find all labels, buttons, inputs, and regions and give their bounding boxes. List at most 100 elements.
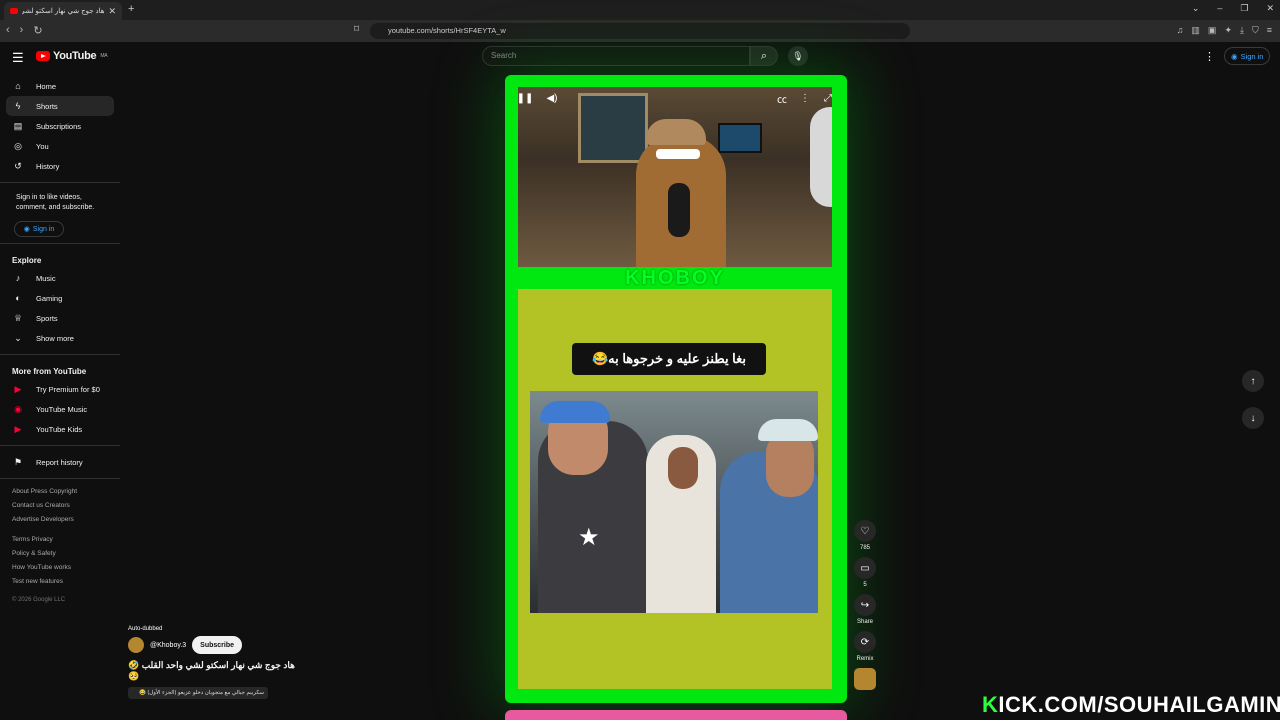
- footer-links-5[interactable]: Policy & Safety: [0, 547, 120, 561]
- divider: [0, 445, 120, 446]
- url-field[interactable]: youtube.com/shorts/HrSF4EYTA_w: [370, 23, 910, 39]
- sports-icon: ♕: [13, 312, 23, 323]
- clip-cap-right: [758, 419, 818, 441]
- minimize-icon[interactable]: –: [1217, 3, 1222, 14]
- tab-search-icon[interactable]: ⌄: [1192, 3, 1200, 14]
- account-icon: ◉: [23, 226, 30, 233]
- sidebar-item-home[interactable]: ⌂ Home: [6, 76, 114, 96]
- sidebar-item-history[interactable]: ↺ History: [6, 156, 114, 176]
- youtube-logo[interactable]: YouTube MA: [36, 50, 108, 62]
- sidebar-item-you[interactable]: ◎ You: [6, 136, 114, 156]
- sidebar-item-label: YouTube Kids: [36, 424, 83, 434]
- youtube-kids-icon: ▶: [14, 423, 22, 434]
- close-window-icon[interactable]: ✕: [1266, 3, 1274, 14]
- footer-links-1[interactable]: About Press Copyright: [0, 485, 120, 499]
- video-content: بغا يطنز عليه و خرجوها به😂 ★: [518, 289, 832, 689]
- shorts-navigation: ↑ ↓: [1242, 370, 1264, 444]
- embedded-clip: ★: [530, 391, 818, 613]
- channel-name[interactable]: @Khoboy.3: [150, 642, 186, 649]
- like-count: 785: [859, 545, 870, 551]
- footer-links-3[interactable]: Advertise Developers: [0, 513, 120, 527]
- footer-links-2[interactable]: Contact us Creators: [0, 499, 120, 513]
- auto-dubbed-label: Auto-dubbed: [128, 626, 163, 632]
- sidebar-item-report-history[interactable]: ⚑ Report history: [6, 452, 114, 472]
- sidebar-item-gaming[interactable]: ◐ Gaming: [6, 288, 114, 308]
- footer-links-6[interactable]: How YouTube works: [0, 561, 120, 575]
- new-tab-button[interactable]: +: [128, 3, 134, 15]
- sound-avatar[interactable]: [854, 668, 876, 690]
- voice-search-button[interactable]: 🎙: [788, 46, 808, 66]
- comment-button[interactable]: ▭: [854, 557, 876, 579]
- bookmark-icon[interactable]: ⌑: [354, 24, 359, 35]
- sidebar-item-label: Sports: [36, 313, 58, 323]
- youtube-header: ☰ YouTube MA Search ⌕ 🎙 ⋮ ◉ Sign in: [0, 42, 1280, 72]
- signin-note: Sign in to like videos, comment, and sub…: [16, 194, 95, 211]
- sound-chip[interactable]: سكريبم جبالي مع متجويان دخلو عزيعو (الجز…: [128, 687, 268, 699]
- more-options-icon[interactable]: ⋮: [798, 91, 812, 105]
- sidebar-item-youtube-kids[interactable]: ▶ YouTube Kids: [6, 419, 114, 439]
- back-icon[interactable]: ‹: [6, 24, 10, 37]
- sidebar-item-subscriptions[interactable]: ▤ Subscriptions: [6, 116, 114, 136]
- download-icon[interactable]: ⤓: [1240, 25, 1244, 36]
- scene-wall-decor: [810, 107, 832, 207]
- scene-monitor: [718, 123, 762, 153]
- fullscreen-icon[interactable]: ⤢: [821, 91, 835, 105]
- share-icon: ↪: [860, 599, 870, 611]
- kick-watermark: KICK.COM/SOUHAILGAMING: [982, 692, 1280, 718]
- sidebar-item-label: Try Premium for $0: [36, 384, 100, 394]
- sidebar-item-music[interactable]: ♪ Music: [6, 268, 114, 288]
- remix-button[interactable]: ⟳: [854, 631, 876, 653]
- next-short-preview[interactable]: [505, 710, 847, 720]
- extension-icon[interactable]: ✦: [1224, 25, 1232, 36]
- hamburger-menu-icon[interactable]: ☰: [12, 50, 24, 66]
- sidebar-item-shorts[interactable]: ϟ Shorts: [6, 96, 114, 116]
- more-from-youtube-heading: More from YouTube: [12, 367, 87, 376]
- menu-icon[interactable]: ≡: [1267, 25, 1272, 36]
- sidebar-item-show-more[interactable]: ⌄ Show more: [6, 328, 114, 348]
- channel-avatar[interactable]: [128, 637, 144, 653]
- comment-action: ▭ 5: [852, 557, 878, 588]
- shorts-video-player[interactable]: ❚❚ ◀) ㏄ ⋮ ⤢ KHOBOY بغا يطنز عليه و خرجوه…: [505, 75, 847, 703]
- tab-close-icon[interactable]: ✕: [108, 6, 116, 17]
- media-icon[interactable]: ♫: [1177, 25, 1184, 36]
- sidebar-signin-button[interactable]: ◉ Sign in: [14, 221, 64, 237]
- youtube-play-icon: [36, 51, 50, 61]
- shield-icon[interactable]: ⛉: [1252, 25, 1259, 36]
- flag-icon: ⚑: [13, 456, 23, 467]
- browser-tab[interactable]: هاد جوج شي نهار اسكتو لشي واحد القلب 🤣🥺 …: [4, 2, 122, 20]
- forward-icon[interactable]: ›: [20, 24, 24, 37]
- sidebar-signin-label: Sign in: [32, 225, 55, 233]
- microphone-icon: 🎙: [792, 50, 804, 61]
- captions-icon[interactable]: ㏄: [775, 91, 789, 106]
- sidebar-item-youtube-music[interactable]: ◉ YouTube Music: [6, 399, 114, 419]
- search-button[interactable]: ⌕: [750, 46, 778, 66]
- comment-count: 5: [863, 582, 867, 588]
- settings-more-icon[interactable]: ⋮: [1204, 50, 1215, 63]
- next-short-button[interactable]: ↓: [1242, 407, 1264, 429]
- previous-short-button[interactable]: ↑: [1242, 370, 1264, 392]
- explore-heading: Explore: [12, 256, 42, 265]
- footer-links-4[interactable]: Terms Privacy: [0, 533, 120, 547]
- sidebar: ⌂ Home ϟ Shorts ▤ Subscriptions ◎ You ↺ Histo…: [0, 76, 120, 611]
- logo-region: MA: [100, 53, 108, 59]
- sidebar-item-premium[interactable]: ▶ Try Premium for $0: [6, 379, 114, 399]
- streamer-glasses: [656, 149, 700, 159]
- subscribe-button[interactable]: Subscribe: [192, 636, 243, 654]
- sidepanel-icon[interactable]: ▥: [1191, 25, 1200, 36]
- volume-icon[interactable]: ◀): [545, 91, 559, 105]
- share-button[interactable]: ↪: [854, 594, 876, 616]
- pause-icon[interactable]: ❚❚: [517, 91, 534, 105]
- reload-icon[interactable]: ↻: [33, 24, 42, 37]
- sidebar-item-sports[interactable]: ♕ Sports: [6, 308, 114, 328]
- watermark-k: K: [982, 692, 999, 717]
- like-button[interactable]: ♡: [854, 520, 876, 542]
- search-input[interactable]: Search: [482, 46, 750, 66]
- browser-tab-bar: هاد جوج شي نهار اسكتو لشي واحد القلب 🤣🥺 …: [0, 0, 1280, 20]
- header-signin-button[interactable]: ◉ Sign in: [1224, 47, 1271, 65]
- screenshot-icon[interactable]: ▣: [1208, 25, 1217, 36]
- restore-icon[interactable]: ❐: [1240, 3, 1248, 14]
- arrow-down-icon: ↓: [1250, 412, 1256, 424]
- sidebar-item-label: Gaming: [36, 293, 63, 303]
- footer-links-7[interactable]: Test new features: [0, 575, 120, 589]
- shorts-icon: ϟ: [15, 101, 21, 111]
